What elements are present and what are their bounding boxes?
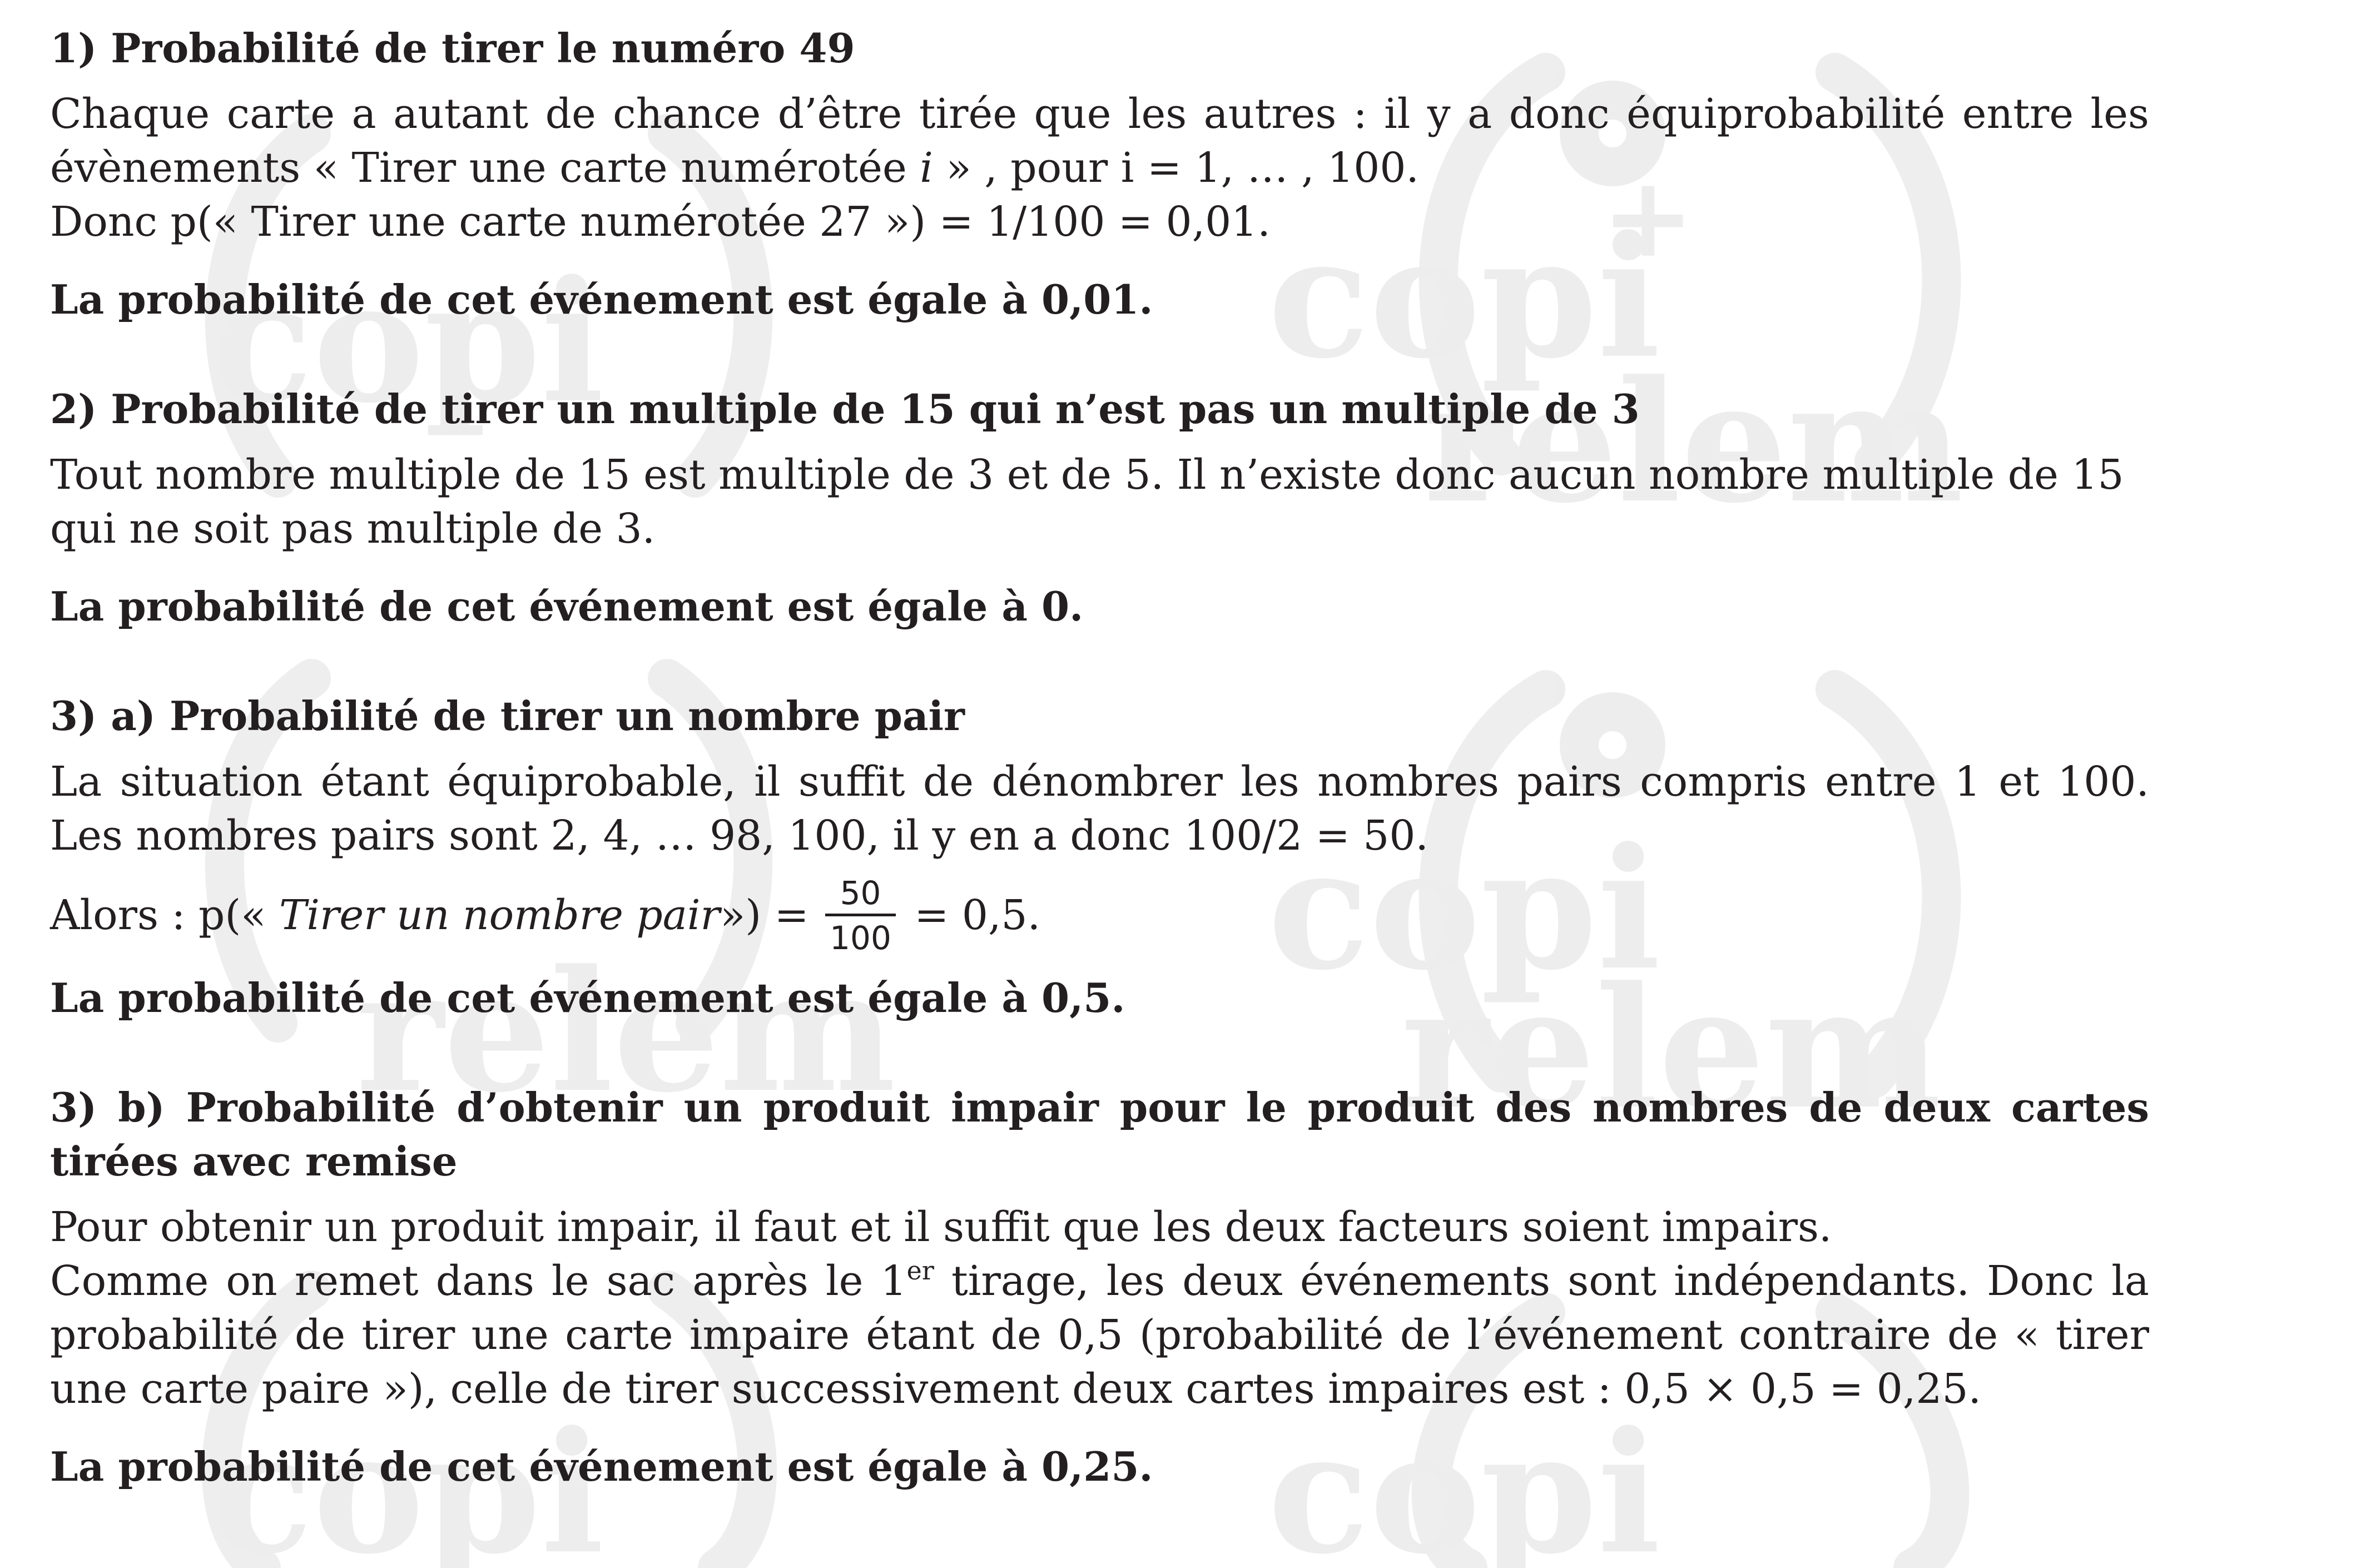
probability-formula: Alors : p(« Tirer un nombre pair») = 50 … <box>50 871 2149 960</box>
section-title: 3) a) Probabilité de tirer un nombre pai… <box>50 692 965 740</box>
text-run: = 0,5. <box>901 891 1041 939</box>
fraction: 50 100 <box>825 875 896 956</box>
document-page: 1) Probabilité de tirer le numéro 49 Cha… <box>50 21 2149 1493</box>
paragraph: La situation étant équiprobable, il suff… <box>50 758 2149 860</box>
section-1: 1) Probabilité de tirer le numéro 49 Cha… <box>50 21 2149 326</box>
text-run: Alors : p(« <box>50 891 280 939</box>
paragraph: Comme on remet dans le sac après le 1er … <box>50 1254 2149 1416</box>
fraction-numerator: 50 <box>840 874 881 912</box>
text-run: ») = <box>720 891 822 939</box>
paragraph: Pour obtenir un produit impair, il faut … <box>50 1203 1832 1251</box>
section-title: 3) b) Probabilité d’obtenir un produit i… <box>50 1084 2149 1185</box>
fraction-denominator: 100 <box>830 919 891 957</box>
section-3a: 3) a) Probabilité de tirer un nombre pai… <box>50 689 2149 1025</box>
conclusion: La probabilité de cet événement est égal… <box>50 276 1153 323</box>
section-2: 2) Probabilité de tirer un multiple de 1… <box>50 382 2149 633</box>
conclusion: La probabilité de cet événement est égal… <box>50 583 1084 630</box>
fraction-bar <box>825 913 896 916</box>
conclusion: La probabilité de cet événement est égal… <box>50 1443 1153 1490</box>
italic-variable: i <box>920 144 933 192</box>
italic-event: Tirer un nombre pair <box>279 891 720 939</box>
text-run: Comme on remet dans le sac après le 1 <box>50 1257 907 1305</box>
paragraph: Chaque carte a autant de chance d’être t… <box>50 87 2149 195</box>
section-title: 1) Probabilité de tirer le numéro 49 <box>50 24 855 72</box>
superscript: er <box>906 1256 934 1286</box>
section-title: 2) Probabilité de tirer un multiple de 1… <box>50 385 1640 433</box>
conclusion: La probabilité de cet événement est égal… <box>50 974 1125 1021</box>
paragraph: Tout nombre multiple de 15 est multiple … <box>50 451 2124 553</box>
text-run: » , pour i = 1, … , 100. <box>932 144 1419 192</box>
paragraph: Donc p(« Tirer une carte numérotée 27 »)… <box>50 198 1271 246</box>
section-3b: 3) b) Probabilité d’obtenir un produit i… <box>50 1080 2149 1493</box>
